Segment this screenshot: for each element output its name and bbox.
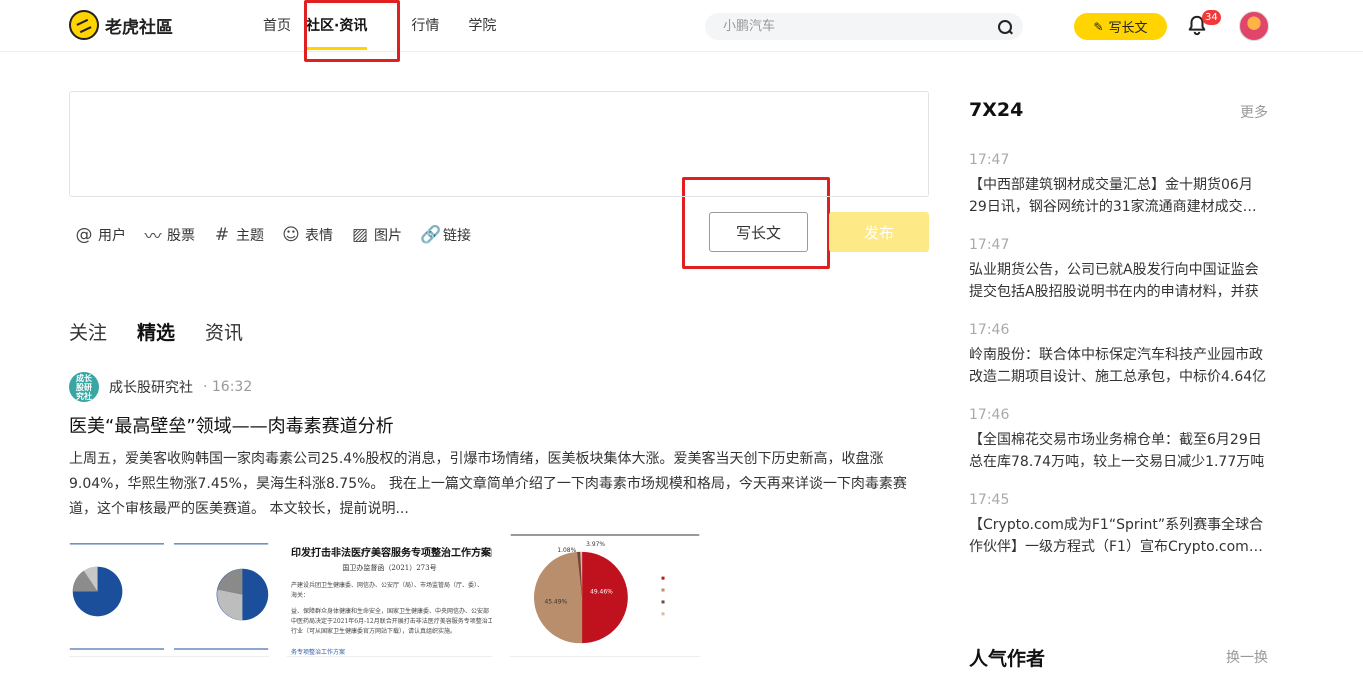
- tab-news[interactable]: 资讯: [205, 318, 243, 347]
- image-icon: ▨: [351, 224, 369, 245]
- post-time: · 16:32: [203, 379, 253, 395]
- notification-badge: 34: [1202, 10, 1221, 25]
- news-text: 【中西部建筑钢材成交量汇总】金十期货06月29日讯，钢谷网统计的31家流通商建材…: [969, 177, 1257, 215]
- search-input[interactable]: [723, 19, 997, 34]
- tool-label: 图片: [374, 227, 402, 244]
- tool-label: 股票: [167, 227, 195, 244]
- thumbnail-document[interactable]: 印发打击非法医疗美容服务专项整治工作方案的通 国卫办监督函（2021）273号 …: [287, 532, 492, 657]
- write-long-article-button[interactable]: 写长文: [709, 212, 808, 252]
- refresh-authors-link[interactable]: 换一换: [1226, 647, 1268, 667]
- stock-icon: 〰: [144, 227, 162, 247]
- doc-line: 海关：: [291, 592, 310, 599]
- popular-authors-title: 人气作者: [969, 644, 1045, 671]
- user-avatar[interactable]: [1239, 11, 1269, 41]
- nav-academy[interactable]: 学院: [468, 0, 496, 52]
- tool-link[interactable]: 🔗 链接: [420, 225, 471, 245]
- logo-text: 老虎社區: [105, 17, 173, 38]
- news-item[interactable]: 17:45 【Crypto.com成为F1“Sprint”系列赛事全球合作伙伴】…: [969, 492, 1269, 558]
- news-item[interactable]: 17:47 弘业期货公告，公司已就A股发行向中国证监会提交包括A股招股说明书在内…: [969, 237, 1269, 303]
- tool-emoji[interactable]: ☺ 表情: [282, 225, 333, 245]
- thumbnail-pie-chart-1[interactable]: [69, 532, 269, 657]
- news-time: 17:46: [969, 407, 1010, 423]
- live-news-title: 7X24: [969, 99, 1023, 121]
- tool-topic[interactable]: # 主题: [213, 225, 264, 245]
- news-time: 17:47: [969, 237, 1010, 253]
- doc-link: 务专项整治工作方案: [291, 649, 346, 656]
- post-author-row: 成长股研究社 成长股研究社 · 16:32: [69, 372, 252, 402]
- news-time: 17:47: [969, 152, 1010, 168]
- post-composer-textarea[interactable]: [69, 91, 929, 197]
- tool-mention-user[interactable]: @ 用户: [75, 224, 127, 245]
- tool-label: 用户: [98, 227, 126, 244]
- tab-featured[interactable]: 精选: [137, 318, 176, 347]
- hashtag-icon: #: [214, 224, 230, 245]
- tool-image[interactable]: ▨ 图片: [351, 225, 402, 245]
- news-time: 17:46: [969, 322, 1010, 338]
- link-icon: 🔗: [420, 224, 442, 245]
- top-header: 老虎社區 首页 社区·资讯 行情 学院 ✎ 写长文 34: [0, 0, 1363, 52]
- news-text: 【Crypto.com成为F1“Sprint”系列赛事全球合作伙伴】一级方程式（…: [969, 517, 1264, 555]
- doc-subtitle: 国卫办监督函（2021）273号: [342, 564, 437, 572]
- news-item[interactable]: 17:46 【全国棉花交易市场业务棉仓单：截至6月29日总在库78.74万吨，较…: [969, 407, 1269, 473]
- doc-heading: 印发打击非法医疗美容服务专项整治工作方案的通: [291, 548, 492, 559]
- news-item[interactable]: 17:47 【中西部建筑钢材成交量汇总】金十期货06月29日讯，钢谷网统计的31…: [969, 152, 1269, 218]
- feed-tabs: 关注 精选 资讯: [69, 318, 243, 347]
- news-time: 17:45: [969, 492, 1010, 508]
- news-more-link[interactable]: 更多: [1240, 102, 1268, 122]
- at-icon: @: [75, 224, 93, 245]
- live-news-title-text: 7X24: [969, 99, 1024, 121]
- doc-line: 益、保障群众身体健康和生命安全，国家卫生健康委、中央网信办、公安部: [291, 608, 490, 615]
- author-avatar[interactable]: 成长股研究社: [69, 372, 99, 402]
- news-item[interactable]: 17:46 岭南股份：联合体中标保定汽车科技产业园市政改造二期项目设计、施工总承…: [969, 322, 1269, 388]
- post-body[interactable]: 上周五，爱美客收购韩国一家肉毒素公司25.4%股权的消息，引爆市场情绪，医美板块…: [69, 447, 909, 522]
- highlight-box-nav: [304, 0, 400, 62]
- composer-toolbar: @ 用户 〰 股票 # 主题 ☺ 表情 ▨ 图片 🔗 链接: [75, 222, 472, 248]
- tiger-logo[interactable]: 老虎社區: [69, 10, 173, 40]
- post-thumbnails: 印发打击非法医疗美容服务专项整治工作方案的通 国卫办监督函（2021）273号 …: [69, 532, 700, 657]
- tool-label: 链接: [443, 227, 471, 244]
- pie-label-4: 49.46%: [590, 589, 613, 596]
- thumbnail-pie-chart-2[interactable]: 1.08% 3.97% 45.49% 49.46%: [510, 532, 700, 657]
- news-text: 弘业期货公告，公司已就A股发行向中国证监会提交包括A股招股说明书在内的申请材料，…: [969, 262, 1259, 300]
- write-article-button[interactable]: ✎ 写长文: [1074, 13, 1167, 40]
- nav-home[interactable]: 首页: [263, 0, 291, 52]
- author-avatar-text: 成长股研究社: [76, 373, 92, 401]
- author-name[interactable]: 成长股研究社: [109, 377, 193, 397]
- popular-authors-title-text: 人气作者: [969, 648, 1046, 670]
- post-title[interactable]: 医美“最高壁垒”领域——肉毒素赛道分析: [69, 412, 394, 438]
- doc-line: 中医药局决定于2021年6月-12月联合开展打击非法医疗美容服务专项整治工: [291, 618, 492, 625]
- nav-market[interactable]: 行情: [411, 0, 439, 52]
- tool-label: 主题: [236, 227, 264, 244]
- tab-following[interactable]: 关注: [69, 318, 107, 347]
- doc-line: 行业（可从国家卫生健康委官方网站下载），请认真组织实施。: [291, 628, 457, 635]
- pie-label-2: 3.97%: [586, 541, 605, 548]
- news-text: 岭南股份：联合体中标保定汽车科技产业园市政改造二期项目设计、施工总承包，中标价4…: [969, 347, 1267, 385]
- search-bar[interactable]: [705, 13, 1023, 40]
- write-article-label: 写长文: [1108, 21, 1148, 36]
- pie-label-1: 1.08%: [557, 547, 576, 554]
- publish-button[interactable]: 发布: [829, 212, 929, 252]
- search-icon[interactable]: [997, 19, 1013, 35]
- tool-stock[interactable]: 〰 股票: [144, 222, 196, 247]
- pen-icon: ✎: [1093, 19, 1104, 34]
- tiger-logo-icon: [69, 10, 99, 40]
- doc-line: 产建设兵团卫生健康委、网信办、公安厅（局）、市场监管局（厅、委）、: [291, 582, 484, 589]
- tool-label: 表情: [305, 227, 333, 244]
- pie-label-3: 45.49%: [544, 598, 567, 605]
- emoji-icon: ☺: [282, 224, 300, 245]
- news-text: 【全国棉花交易市场业务棉仓单：截至6月29日总在库78.74万吨，较上一交易日减…: [969, 432, 1265, 470]
